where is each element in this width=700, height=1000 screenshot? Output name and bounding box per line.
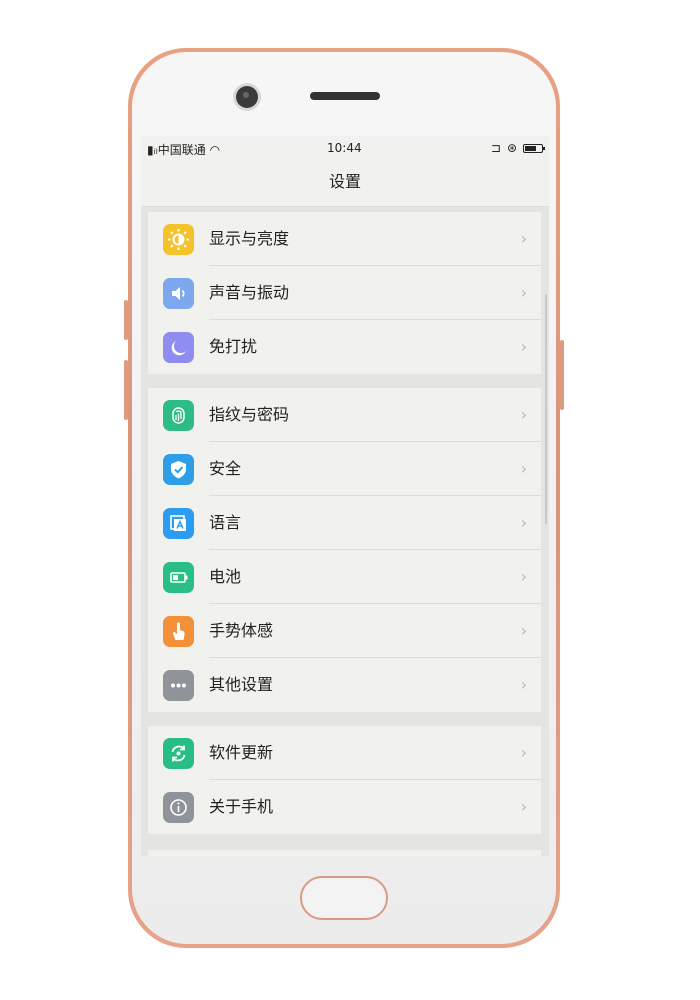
volume-button [124, 300, 128, 340]
chevron-right-icon: › [520, 229, 527, 248]
chevron-right-icon: › [520, 743, 527, 762]
settings-group-display: 显示与亮度 › 声音与振动 › 免打扰 › [148, 212, 541, 374]
chevron-right-icon: › [520, 459, 527, 478]
speaker-icon [163, 278, 194, 309]
chevron-right-icon: › [520, 567, 527, 586]
battery-icon [163, 562, 194, 593]
chevron-right-icon: › [520, 513, 527, 532]
settings-group-system: 指纹与密码 › 安全 › 语言 › 电池 › 手势体感 › 其他设置 › [148, 388, 541, 712]
earpiece-speaker [310, 92, 380, 100]
info-icon [163, 792, 194, 823]
moon-icon [163, 332, 194, 363]
power-button [560, 340, 564, 410]
wifi-icon: ◠ [209, 143, 221, 157]
settings-group-about: 软件更新 › 关于手机 › [148, 726, 541, 834]
hand-icon [163, 616, 194, 647]
settings-item-sound[interactable]: 声音与振动 › [148, 266, 541, 320]
settings-item-gestures[interactable]: 手势体感 › [148, 604, 541, 658]
status-bar: ▮ᵢₗ中国联通 ◠ 10:44 ⊐ ⊛ [141, 136, 549, 160]
settings-item-do-not-disturb[interactable]: 免打扰 › [148, 320, 541, 374]
settings-item-language[interactable]: 语言 › [148, 496, 541, 550]
chevron-right-icon: › [520, 621, 527, 640]
chevron-right-icon: › [520, 283, 527, 302]
chevron-right-icon: › [520, 797, 527, 816]
clock: 10:44 [327, 141, 362, 155]
settings-item-battery[interactable]: 电池 › [148, 550, 541, 604]
settings-item-software-update[interactable]: 软件更新 › [148, 726, 541, 780]
chevron-right-icon: › [520, 405, 527, 424]
fingerprint-icon [163, 400, 194, 431]
chevron-right-icon: › [520, 675, 527, 694]
page-title: 设置 [141, 160, 549, 207]
carrier-label: ▮ᵢₗ中国联通 ◠ [147, 143, 221, 157]
language-icon [163, 508, 194, 539]
screen: ▮ᵢₗ中国联通 ◠ 10:44 ⊐ ⊛ 设置 显示与亮度 › 声音与振动 › 免… [141, 136, 549, 856]
front-camera [236, 86, 258, 108]
more-icon [163, 670, 194, 701]
brightness-icon [163, 224, 194, 255]
status-icons: ⊐ ⊛ [490, 141, 545, 155]
rotation-lock-icon: ⊛ [506, 141, 517, 155]
volume-button-2 [124, 360, 128, 420]
update-icon [163, 738, 194, 769]
settings-item-fingerprint[interactable]: 指纹与密码 › [148, 388, 541, 442]
settings-group-partial [148, 850, 541, 856]
cast-icon: ⊐ [490, 141, 501, 155]
shield-icon [163, 454, 194, 485]
settings-item-display[interactable]: 显示与亮度 › [148, 212, 541, 266]
settings-item-about-phone[interactable]: 关于手机 › [148, 780, 541, 834]
scrollbar[interactable] [545, 294, 547, 524]
chevron-right-icon: › [520, 337, 527, 356]
settings-item-security[interactable]: 安全 › [148, 442, 541, 496]
battery-icon [523, 143, 545, 153]
signal-icon: ▮ᵢₗ [147, 143, 158, 157]
settings-item-other[interactable]: 其他设置 › [148, 658, 541, 712]
home-button[interactable] [300, 876, 388, 920]
